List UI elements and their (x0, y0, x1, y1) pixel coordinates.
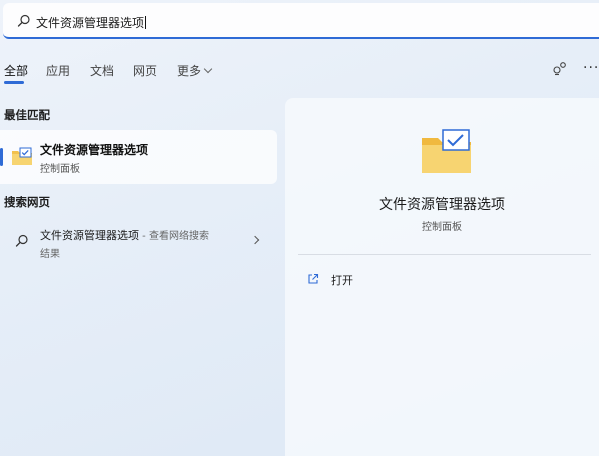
web-search-result[interactable]: 文件资源管理器选项 - 查看网络搜索 结果 (0, 222, 280, 262)
tab-apps[interactable]: 应用 (46, 62, 70, 79)
folder-check-icon (422, 129, 471, 173)
chevron-down-icon (203, 64, 213, 74)
tab-more-label: 更多 (177, 64, 202, 78)
section-title-web-search: 搜索网页 (4, 195, 50, 209)
search-icon (17, 14, 30, 27)
web-result-suffix: - 查看网络搜索 (139, 231, 209, 242)
result-detail-pane: 文件资源管理器选项 控制面板 打开 (285, 98, 599, 456)
best-match-result[interactable]: 文件资源管理器选项 控制面板 (0, 130, 277, 184)
best-match-subtitle: 控制面板 (40, 164, 80, 175)
search-icon (15, 234, 28, 247)
chevron-right-icon (250, 235, 260, 245)
folder-check-icon (12, 147, 32, 165)
share-icon[interactable] (552, 60, 568, 76)
search-input[interactable]: 文件资源管理器选项 (36, 14, 147, 31)
search-box[interactable]: 文件资源管理器选项 (3, 3, 599, 39)
web-result-title: 文件资源管理器选项 - 查看网络搜索 (40, 227, 209, 243)
web-result-suffix-line2: 结果 (40, 249, 60, 260)
open-action[interactable]: 打开 (305, 268, 575, 290)
detail-subtitle: 控制面板 (422, 222, 462, 233)
open-label: 打开 (331, 274, 353, 287)
open-external-icon (308, 273, 319, 284)
best-match-title: 文件资源管理器选项 (40, 143, 149, 157)
selection-indicator (0, 148, 3, 166)
more-options-icon[interactable]: ··· (583, 60, 599, 76)
tab-web[interactable]: 网页 (133, 62, 157, 79)
detail-title: 文件资源管理器选项 (379, 197, 505, 213)
tab-more[interactable]: 更多 (177, 62, 213, 79)
section-title-best-match: 最佳匹配 (4, 108, 50, 122)
tab-documents[interactable]: 文档 (90, 62, 114, 79)
active-tab-indicator (4, 81, 24, 84)
tab-all[interactable]: 全部 (4, 62, 28, 79)
web-result-query: 文件资源管理器选项 (40, 229, 139, 242)
filter-tabs: 全部 应用 文档 网页 更多 (0, 60, 599, 84)
text-caret (145, 16, 147, 29)
divider (298, 254, 591, 255)
